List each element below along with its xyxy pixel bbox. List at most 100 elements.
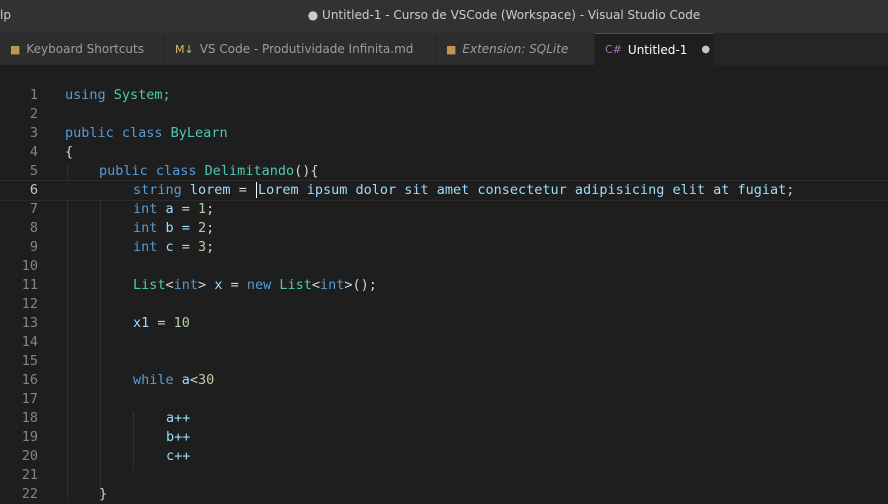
keyword: while xyxy=(133,372,174,388)
line-number: 5 xyxy=(29,163,38,179)
code-line: 5 public class Delimitando(){ xyxy=(0,162,888,181)
code-line: 19 b++ xyxy=(0,428,888,447)
tab-extension-sqlite[interactable]: ■ Extension: SQLite xyxy=(436,33,595,65)
code-line: 4 { xyxy=(0,143,888,162)
code-line: 22 } xyxy=(0,485,888,504)
increment-statement: c++ xyxy=(166,448,191,464)
punctuation: > xyxy=(198,277,207,293)
increment-statement: a++ xyxy=(166,410,191,426)
tab-label: VS Code - Produtividade Infinita.md xyxy=(199,42,414,56)
line-number: 13 xyxy=(21,315,38,331)
code-editor[interactable]: 1 using System; 2 3 public class ByLearn… xyxy=(0,66,888,502)
code-line: 21 xyxy=(0,466,888,485)
code-line-current: 6 string lorem = Lorem ipsum dolor sit a… xyxy=(0,180,888,201)
tab-label: Extension: SQLite xyxy=(462,42,569,56)
class-name: ByLearn xyxy=(162,125,228,141)
brace: { xyxy=(65,144,74,160)
line-number: 8 xyxy=(29,220,38,236)
code-line: 13 x1 = 10 xyxy=(0,314,888,333)
variable: a xyxy=(173,372,190,388)
keyword: new xyxy=(246,277,272,293)
line-number: 12 xyxy=(21,296,38,312)
punctuation: >(); xyxy=(344,277,377,293)
code-line: 15 xyxy=(0,352,888,371)
line-number: 10 xyxy=(21,258,38,274)
code-line: 12 xyxy=(0,295,888,314)
keyword: int xyxy=(133,201,158,217)
line-number: 19 xyxy=(21,429,38,445)
csharp-file-icon: C# xyxy=(605,43,622,56)
code-line: 2 xyxy=(0,105,888,124)
punctuation: (){ xyxy=(294,163,319,179)
keyword: using xyxy=(65,87,106,103)
assignment: c = xyxy=(157,239,199,255)
keyboard-shortcuts-icon: ■ xyxy=(10,42,21,56)
type-name: List xyxy=(133,277,166,293)
line-number: 7 xyxy=(29,201,38,217)
assignment: a = xyxy=(157,201,199,217)
class-name: Delimitando xyxy=(196,163,295,179)
punctuation: < xyxy=(165,277,174,293)
code-line: 11 List<int> x = new List<int>(); xyxy=(0,276,888,295)
punctuation: < xyxy=(311,277,321,293)
code-line: 10 xyxy=(0,257,888,276)
line-number: 16 xyxy=(21,372,38,388)
operator: = xyxy=(222,277,247,293)
markdown-icon: M↓ xyxy=(175,42,194,56)
variable: x1 xyxy=(133,315,150,331)
tab-keyboard-shortcuts[interactable]: ■ Keyboard Shortcuts xyxy=(0,33,165,65)
editor-tab-bar: ■ Keyboard Shortcuts M↓ VS Code - Produt… xyxy=(0,33,888,66)
increment-statement: b++ xyxy=(166,429,191,445)
number: 10 xyxy=(173,315,190,331)
keyword: int xyxy=(133,220,158,236)
title-bar: lp ● Untitled-1 - Curso de VSCode (Works… xyxy=(0,0,888,33)
line-number: 6 xyxy=(29,182,38,198)
text-cursor xyxy=(255,182,257,198)
code-line: 20 c++ xyxy=(0,447,888,466)
line-number: 20 xyxy=(21,448,38,464)
code-line: 14 xyxy=(0,333,888,352)
tab-markdown-file[interactable]: M↓ VS Code - Produtividade Infinita.md xyxy=(165,33,436,65)
tab-label: Untitled-1 xyxy=(627,42,688,57)
operator: = xyxy=(230,182,255,198)
line-number: 4 xyxy=(29,144,38,160)
extension-icon: ■ xyxy=(446,42,457,56)
keyword: int xyxy=(320,277,345,293)
operator: < xyxy=(189,372,199,388)
line-number: 2 xyxy=(29,106,38,122)
code-line: 3 public class ByLearn xyxy=(0,124,888,143)
code-line: 1 using System; xyxy=(0,86,888,105)
tab-label: Keyboard Shortcuts xyxy=(26,42,144,56)
brace: } xyxy=(99,486,108,502)
keyword: string xyxy=(133,182,182,198)
number: 2 xyxy=(198,220,207,236)
code-line: 18 a++ xyxy=(0,409,888,428)
unsaved-dot-icon[interactable]: ● xyxy=(701,44,710,55)
number: 30 xyxy=(198,372,215,388)
line-number: 22 xyxy=(21,486,38,502)
keyword: public class xyxy=(99,163,197,179)
line-number: 18 xyxy=(21,410,38,426)
line-number: 1 xyxy=(29,87,38,103)
variable: x xyxy=(206,277,223,293)
code-line: 17 xyxy=(0,390,888,409)
line-number: 21 xyxy=(21,467,38,483)
operator: = xyxy=(149,315,174,331)
line-number: 3 xyxy=(29,125,38,141)
variable: lorem xyxy=(181,182,231,198)
keyword: int xyxy=(133,239,158,255)
window-title: ● Untitled-1 - Curso de VSCode (Workspac… xyxy=(307,8,701,22)
keyword: public class xyxy=(65,125,163,141)
line-number: 14 xyxy=(21,334,38,350)
code-line: 7 int a = 1; xyxy=(0,200,888,219)
string-text: Lorem ipsum dolor sit amet consectetur a… xyxy=(257,182,795,198)
tab-untitled-1[interactable]: C# Untitled-1 ● xyxy=(595,33,714,65)
line-number: 15 xyxy=(21,353,38,369)
code-line: 9 int c = 3; xyxy=(0,238,888,257)
number: 1 xyxy=(198,201,207,217)
assignment: b = xyxy=(157,220,199,236)
line-number: 17 xyxy=(21,391,38,407)
code-line: 8 int b = 2; xyxy=(0,219,888,238)
keyword: int xyxy=(173,277,199,293)
namespace: System; xyxy=(105,87,171,103)
